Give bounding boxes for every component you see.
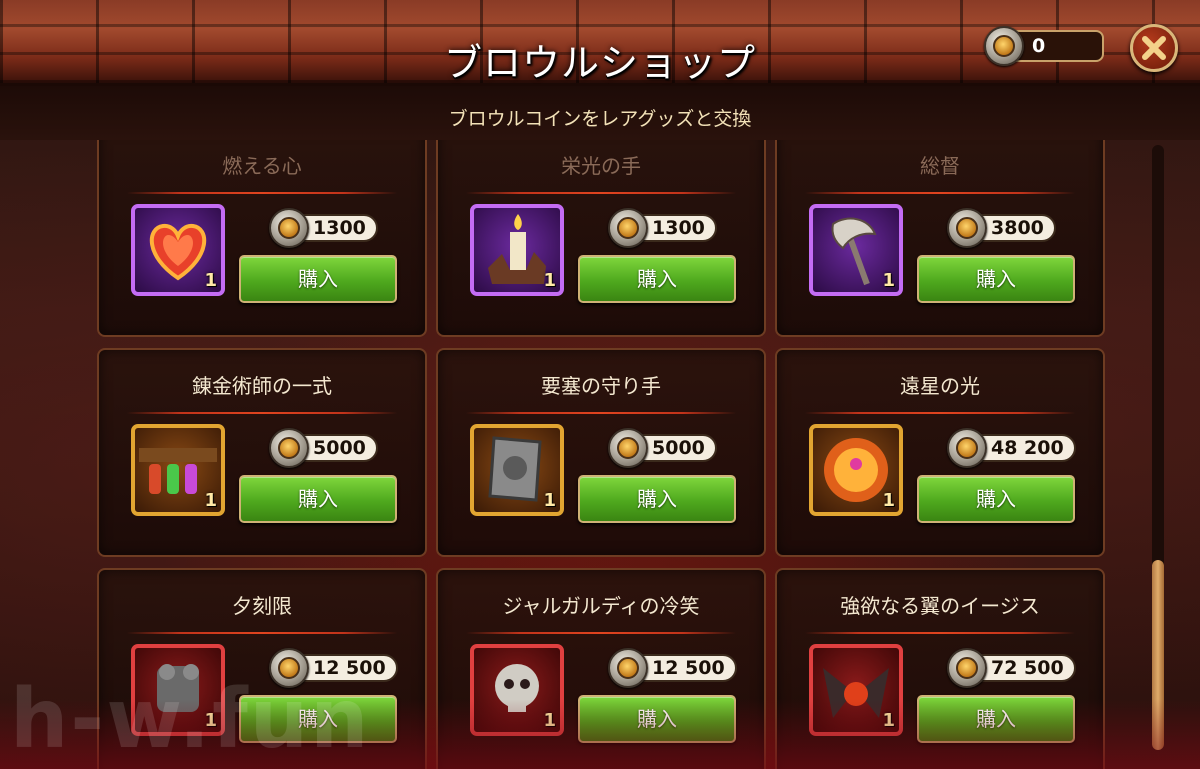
- price-value: 1300: [313, 217, 366, 239]
- buy-button[interactable]: 購入: [239, 475, 397, 523]
- item-quantity: 1: [882, 710, 895, 731]
- shop-item-card: 燃える心 1 1300 購入: [97, 140, 427, 337]
- price-value: 1300: [652, 217, 705, 239]
- item-quantity: 1: [204, 270, 217, 291]
- divider: [127, 632, 397, 634]
- item-name: 総督: [920, 154, 960, 178]
- item-price: 5000: [608, 428, 717, 468]
- shop-item-card: 遠星の光 1 48 200 購入: [775, 348, 1105, 557]
- item-icon-frame[interactable]: 1: [809, 424, 903, 516]
- item-quantity: 1: [882, 490, 895, 511]
- item-price: 12 500: [269, 648, 398, 688]
- brawl-coin-icon: [608, 648, 648, 688]
- item-grid[interactable]: 燃える心 1 1300 購入 栄光の手 1 1300 購入 総督 1 3800 購入 錬金術師の一式 1 5…: [97, 140, 1105, 769]
- shop-item-card: 総督 1 3800 購入: [775, 140, 1105, 337]
- item-icon-frame[interactable]: 1: [809, 644, 903, 736]
- divider: [805, 632, 1075, 634]
- item-price: 48 200: [947, 428, 1076, 468]
- item-icon-frame[interactable]: 1: [131, 204, 225, 296]
- item-quantity: 1: [204, 710, 217, 731]
- item-name: 遠星の光: [900, 374, 980, 398]
- brawl-coin-icon: [984, 26, 1024, 66]
- item-quantity: 1: [204, 490, 217, 511]
- brawl-coin-icon: [608, 208, 648, 248]
- item-icon-frame[interactable]: 1: [470, 424, 564, 516]
- item-price: 1300: [269, 208, 378, 248]
- shop-item-card: ジャルガルディの冷笑 1 12 500 購入: [436, 568, 766, 769]
- item-price: 12 500: [608, 648, 737, 688]
- brawl-coin-icon: [947, 208, 987, 248]
- divider: [805, 192, 1075, 194]
- buy-button[interactable]: 購入: [578, 255, 736, 303]
- close-button[interactable]: [1130, 24, 1178, 72]
- divider: [127, 412, 397, 414]
- shop-item-card: 強欲なる翼のイージス 1 72 500 購入: [775, 568, 1105, 769]
- item-price: 72 500: [947, 648, 1076, 688]
- shop-subtitle: ブロウルコインをレアグッズと交換: [448, 108, 752, 130]
- shop-item-card: 要塞の守り手 1 5000 購入: [436, 348, 766, 557]
- item-price: 3800: [947, 208, 1056, 248]
- item-quantity: 1: [543, 490, 556, 511]
- price-value: 72 500: [991, 657, 1064, 679]
- brawl-coin-icon: [608, 428, 648, 468]
- brawl-coin-icon: [947, 648, 987, 688]
- item-name: ジャルガルディの冷笑: [502, 594, 700, 618]
- brawl-coin-icon: [269, 648, 309, 688]
- buy-button[interactable]: 購入: [917, 695, 1075, 743]
- divider: [127, 192, 397, 194]
- shop-item-card: 栄光の手 1 1300 購入: [436, 140, 766, 337]
- item-icon-frame[interactable]: 1: [131, 424, 225, 516]
- item-icon-frame[interactable]: 1: [470, 644, 564, 736]
- buy-button[interactable]: 購入: [578, 695, 736, 743]
- item-price: 5000: [269, 428, 378, 468]
- price-value: 48 200: [991, 437, 1064, 459]
- item-name: 強欲なる翼のイージス: [840, 594, 1040, 618]
- item-icon-frame[interactable]: 1: [809, 204, 903, 296]
- price-value: 5000: [313, 437, 366, 459]
- item-quantity: 1: [543, 710, 556, 731]
- price-value: 3800: [991, 217, 1044, 239]
- buy-button[interactable]: 購入: [578, 475, 736, 523]
- buy-button[interactable]: 購入: [239, 255, 397, 303]
- item-icon-frame[interactable]: 1: [470, 204, 564, 296]
- price-value: 12 500: [313, 657, 386, 679]
- divider: [466, 412, 736, 414]
- price-value: 5000: [652, 437, 705, 459]
- buy-button[interactable]: 購入: [917, 255, 1075, 303]
- scrollbar-thumb[interactable]: [1152, 560, 1164, 750]
- item-name: 夕刻限: [232, 594, 292, 618]
- brawl-coin-balance: 0: [984, 26, 1104, 66]
- item-name: 要塞の守り手: [541, 374, 661, 398]
- item-price: 1300: [608, 208, 717, 248]
- brawl-coin-icon: [269, 428, 309, 468]
- item-quantity: 1: [543, 270, 556, 291]
- brawl-coin-icon: [947, 428, 987, 468]
- divider: [805, 412, 1075, 414]
- buy-button[interactable]: 購入: [917, 475, 1075, 523]
- item-name: 栄光の手: [561, 154, 641, 178]
- brawl-coin-amount: 0: [1032, 35, 1046, 57]
- close-x-icon: [1142, 36, 1166, 60]
- item-quantity: 1: [882, 270, 895, 291]
- item-name: 燃える心: [222, 154, 302, 178]
- buy-button[interactable]: 購入: [239, 695, 397, 743]
- item-name: 錬金術師の一式: [192, 374, 332, 398]
- price-value: 12 500: [652, 657, 725, 679]
- divider: [466, 632, 736, 634]
- shop-item-card: 夕刻限 1 12 500 購入: [97, 568, 427, 769]
- item-icon-frame[interactable]: 1: [131, 644, 225, 736]
- divider: [466, 192, 736, 194]
- brawl-coin-icon: [269, 208, 309, 248]
- shop-item-card: 錬金術師の一式 1 5000 購入: [97, 348, 427, 557]
